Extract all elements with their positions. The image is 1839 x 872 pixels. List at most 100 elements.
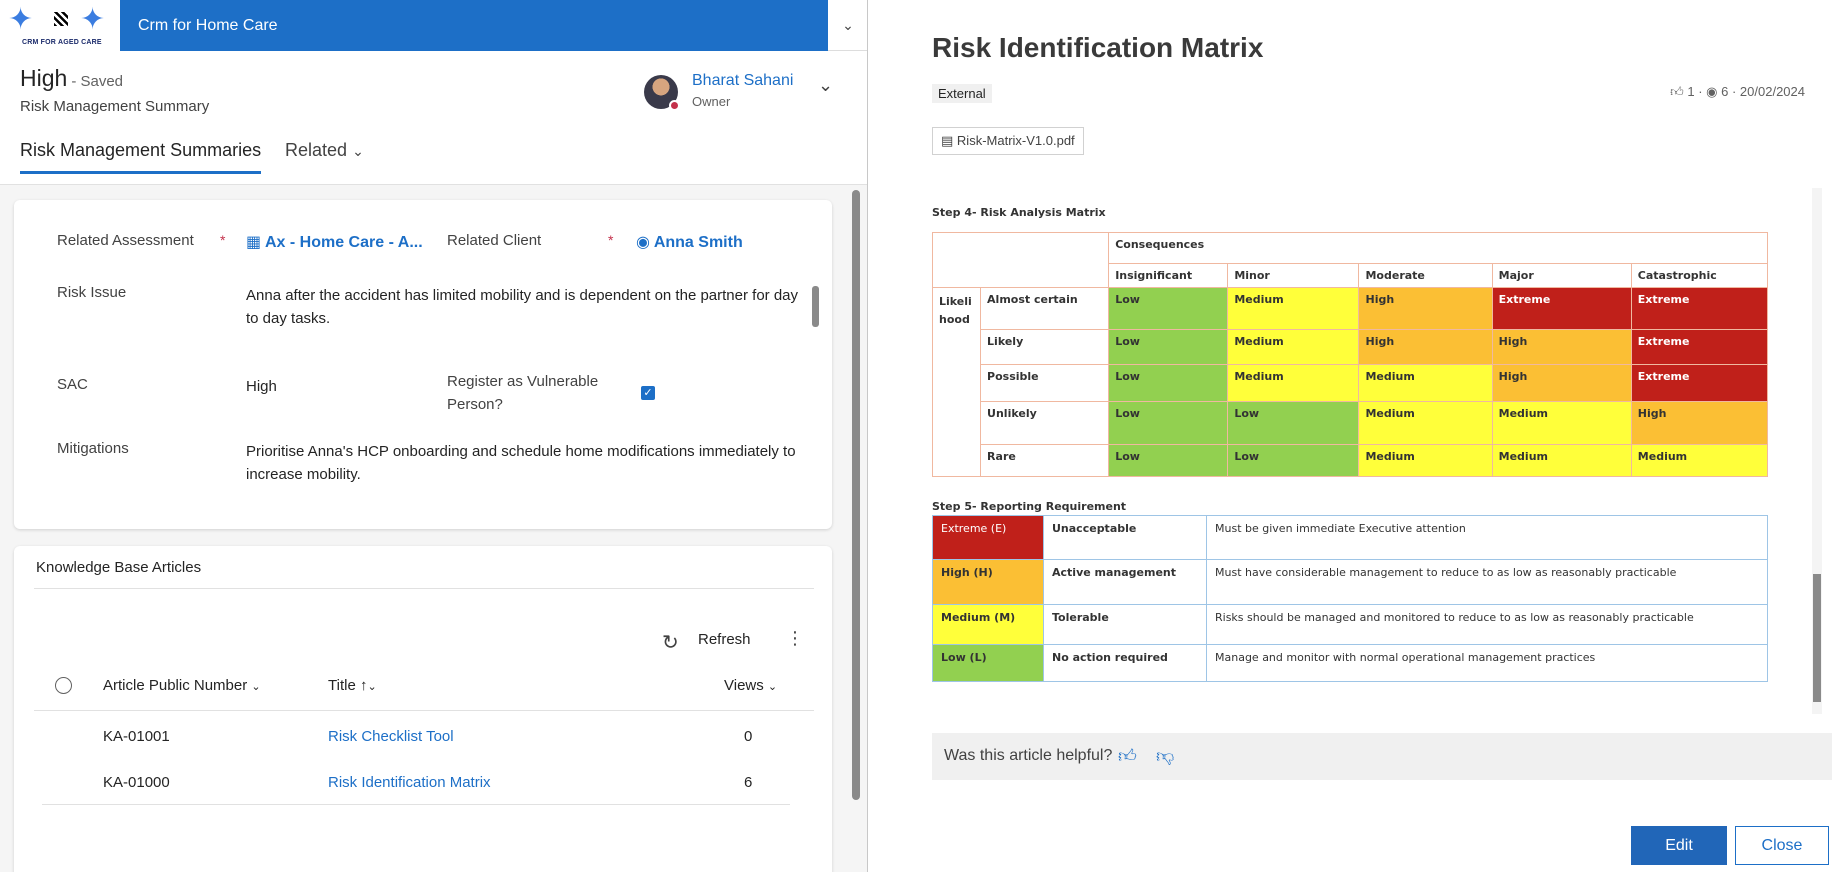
record-entity: Risk Management Summary	[20, 98, 210, 115]
cons-col: Major	[1491, 263, 1632, 288]
reporting-desc: Risks should be managed and monitored to…	[1206, 604, 1768, 645]
cons-col: Catastrophic	[1630, 263, 1769, 288]
close-button[interactable]: Close	[1735, 826, 1829, 865]
like-count: 1	[1687, 84, 1695, 99]
scrollbar-thumb[interactable]	[1813, 574, 1821, 702]
reporting-action: No action required	[1043, 644, 1207, 682]
view-count: 6	[1721, 84, 1729, 99]
reporting-desc: Must have considerable management to red…	[1206, 559, 1768, 605]
matrix-cell: Medium	[1491, 401, 1632, 445]
helpful-bar: Was this article helpful? 👍︎ 👎︎	[932, 733, 1832, 780]
article-panel: Risk Identification Matrix External 👍︎ 1…	[869, 0, 1839, 872]
matrix-cell: Medium	[1491, 444, 1632, 477]
tab-related[interactable]: Related ⌄	[285, 140, 364, 161]
reporting-desc: Manage and monitor with normal operation…	[1206, 644, 1768, 682]
mitigations-field[interactable]: Prioritise Anna's HCP onboarding and sch…	[246, 440, 801, 486]
edit-button[interactable]: Edit	[1631, 826, 1727, 865]
thumbs-up-icon: 👍︎	[1670, 84, 1684, 99]
cons-col: Moderate	[1358, 263, 1493, 288]
vulnerable-checkbox[interactable]: ✓	[641, 386, 655, 400]
chevron-down-icon[interactable]: ⌄	[828, 0, 867, 51]
owner-name[interactable]: Bharat Sahani	[692, 72, 793, 90]
reporting-action: Active management	[1043, 559, 1207, 605]
matrix-cell: Medium	[1227, 329, 1360, 365]
reporting-level: Low (L)	[932, 644, 1044, 682]
saved-status: - Saved	[71, 73, 124, 90]
required-marker: *	[608, 232, 614, 248]
column-views[interactable]: Views ⌄	[724, 677, 777, 694]
matrix-cell: High	[1358, 287, 1493, 330]
article-meta: 👍︎ 1 · ◉ 6 · 20/02/2024	[1670, 84, 1805, 99]
app-header: ✦ ✦ CRM FOR AGED CARE Crm for Home Care	[0, 0, 828, 51]
matrix-cell: High	[1491, 329, 1632, 365]
column-article-number[interactable]: Article Public Number ⌄	[103, 677, 261, 694]
form-section: Related Assessment * ▦ Ax - Home Care - …	[14, 200, 832, 529]
risk-issue-label: Risk Issue	[57, 284, 127, 301]
matrix-cell: Extreme	[1630, 287, 1769, 330]
consequences-header: Consequences	[1108, 232, 1768, 264]
risk-matrix-table: Consequences Insignificant Minor Moderat…	[931, 232, 1769, 477]
related-client-label: Related Client	[447, 232, 542, 249]
matrix-cell: Medium	[1630, 444, 1769, 477]
chevron-down-icon: ⌄	[251, 681, 261, 693]
kb-articles-section: Knowledge Base Articles ↻ Refresh ⋮ Arti…	[14, 546, 832, 872]
divider	[42, 804, 790, 805]
matrix-cell: High	[1358, 329, 1493, 365]
owner-role: Owner	[692, 94, 731, 109]
article-tag: External	[932, 84, 992, 103]
table-row-views: 0	[744, 728, 753, 745]
avatar[interactable]	[644, 75, 680, 111]
matrix-cell: Extreme	[1491, 287, 1632, 330]
required-marker: *	[220, 232, 226, 248]
likelihood-label: Likeli hood	[931, 287, 982, 477]
matrix-cell: Low	[1108, 444, 1229, 477]
refresh-button[interactable]: Refresh	[698, 631, 751, 648]
reporting-level: Medium (M)	[932, 604, 1044, 645]
textarea-scrollbar[interactable]	[812, 286, 819, 327]
matrix-cell: Low	[1227, 401, 1360, 445]
table-row-title-link[interactable]: Risk Identification Matrix	[328, 774, 491, 791]
matrix-cell: Medium	[1358, 401, 1493, 445]
thumbs-down-icon[interactable]: 👎︎	[1156, 745, 1174, 767]
related-client-lookup[interactable]: ◉ Anna Smith	[636, 232, 743, 252]
matrix-cell: Low	[1227, 444, 1360, 477]
reporting-level: High (H)	[932, 559, 1044, 605]
column-title[interactable]: Title ↑⌄	[328, 677, 377, 694]
related-assessment-lookup[interactable]: ▦ Ax - Home Care - A...	[246, 232, 423, 252]
related-assessment-label: Related Assessment	[57, 232, 194, 249]
attachment-link[interactable]: ▤ Risk-Matrix-V1.0.pdf	[932, 127, 1084, 155]
logo-text: CRM FOR AGED CARE	[22, 39, 102, 46]
matrix-cell: High	[1630, 401, 1769, 445]
likelihood-row: Likely	[980, 329, 1110, 365]
sac-value[interactable]: High	[246, 378, 277, 395]
contact-icon: ◉	[636, 234, 650, 251]
matrix-cell: Low	[1108, 364, 1229, 402]
article-scrollbar[interactable]	[1812, 188, 1822, 714]
select-all-radio[interactable]	[55, 677, 72, 694]
helpful-question: Was this article helpful?	[944, 747, 1113, 764]
refresh-icon[interactable]: ↻	[662, 630, 679, 655]
record-header: High - Saved Risk Management Summary Bhar…	[0, 51, 867, 185]
eye-icon: ◉	[1706, 84, 1718, 99]
table-row-title-link[interactable]: Risk Checklist Tool	[328, 728, 454, 745]
reporting-table: Extreme (E) Unacceptable Must be given i…	[932, 515, 1768, 682]
tab-risk-management-summaries[interactable]: Risk Management Summaries	[20, 140, 262, 174]
matrix-cell: Low	[1108, 329, 1229, 365]
matrix-cell: Medium	[1358, 364, 1493, 402]
more-options-icon[interactable]: ⋮	[786, 628, 804, 649]
logo-square-icon	[54, 12, 68, 26]
risk-issue-field[interactable]: Anna after the accident has limited mobi…	[246, 284, 801, 330]
likelihood-row: Almost certain	[980, 287, 1110, 330]
app-title[interactable]: Crm for Home Care	[138, 17, 278, 35]
likelihood-row: Possible	[980, 364, 1110, 402]
matrix-cell: High	[1491, 364, 1632, 402]
table-row-number: KA-01000	[103, 774, 170, 791]
chevron-down-icon[interactable]: ⌄	[818, 75, 833, 96]
step4-heading: Step 4- Risk Analysis Matrix	[932, 206, 1106, 219]
page-scrollbar[interactable]	[852, 190, 860, 800]
vulnerable-label: Register as Vulnerable Person?	[447, 373, 599, 413]
matrix-cell: Extreme	[1630, 364, 1769, 402]
article-date: 20/02/2024	[1739, 84, 1805, 99]
mitigations-label: Mitigations	[57, 440, 129, 457]
thumbs-up-icon[interactable]: 👍︎	[1118, 745, 1137, 767]
